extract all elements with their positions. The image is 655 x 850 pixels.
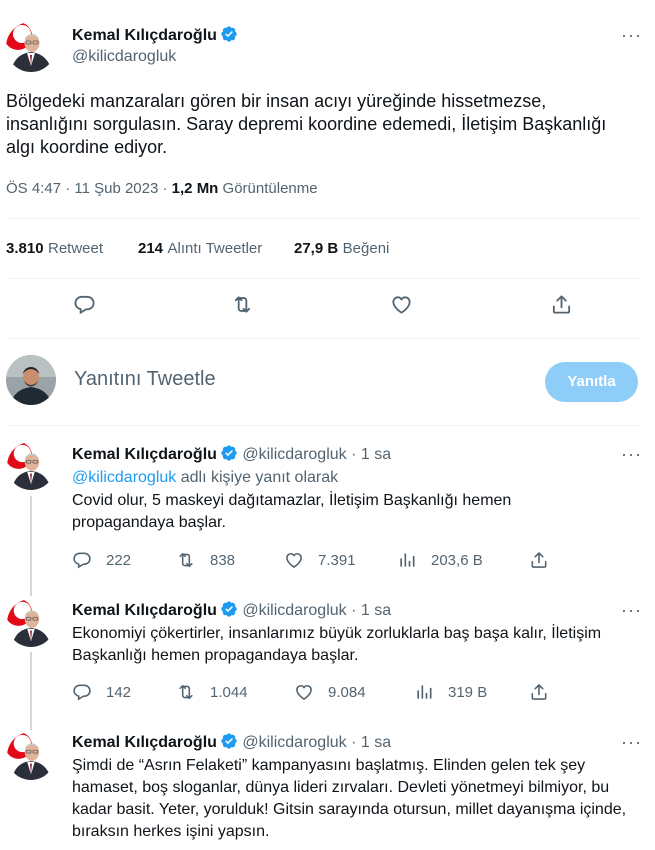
share-icon	[529, 682, 549, 702]
views-icon	[397, 550, 417, 570]
reply-text: Şimdi de “Asrın Felaketi” kampanyasını b…	[72, 757, 627, 840]
tweet-text: Bölgedeki manzaraları gören bir insan ac…	[6, 91, 607, 157]
quotes-count: 214	[138, 240, 164, 257]
retweets-label: Retweet	[48, 240, 104, 257]
reply-author-name[interactable]: Kemal Kılıçdaroğlu	[72, 446, 217, 463]
current-user-photo	[6, 355, 56, 405]
author-avatar[interactable]	[6, 22, 56, 72]
reply-count: 142	[106, 683, 132, 701]
verified-badge-icon	[220, 600, 238, 618]
author-name-row[interactable]: Kemal Kılıçdaroğlu	[72, 25, 238, 45]
quotes-stat[interactable]: 214 Alıntı Tweetler	[138, 240, 262, 258]
thread-connector	[30, 496, 32, 596]
retweet-icon	[176, 682, 196, 702]
like-button[interactable]: 9.084	[294, 682, 366, 702]
reply-button[interactable]: 222	[72, 550, 131, 570]
retweet-button[interactable]: 1.044	[176, 682, 248, 702]
reply-input[interactable]: Yanıtını Tweetle	[74, 368, 216, 391]
heart-icon	[284, 550, 304, 570]
current-user-avatar[interactable]	[6, 355, 56, 405]
like-count: 9.084	[328, 683, 366, 701]
reply-author-handle[interactable]: @kilicdarogluk	[242, 602, 346, 619]
reply-author-handle[interactable]: @kilicdarogluk	[242, 446, 346, 463]
divider	[6, 278, 640, 279]
reply-author-name[interactable]: Kemal Kılıçdaroğlu	[72, 602, 217, 619]
share-icon	[529, 550, 549, 570]
views-button[interactable]: 203,6 B	[397, 550, 483, 570]
retweet-button[interactable]: 838	[176, 550, 235, 570]
reply-author-photo	[7, 732, 55, 780]
reply-time[interactable]: · 1 sa	[351, 446, 391, 463]
retweet-button[interactable]	[231, 293, 254, 316]
heart-icon	[390, 293, 413, 316]
views-icon	[414, 682, 434, 702]
reply-author-handle[interactable]: @kilicdarogluk	[242, 734, 346, 751]
share-icon	[550, 293, 573, 316]
reply-author-name[interactable]: Kemal Kılıçdaroğlu	[72, 734, 217, 751]
retweets-stat[interactable]: 3.810 Retweet	[6, 240, 103, 258]
like-button[interactable]: 7.391	[284, 550, 356, 570]
more-options-icon[interactable]: ···	[621, 733, 642, 751]
replying-to: @kilicdarogluk adlı kişiye yanıt olarak	[72, 467, 338, 489]
reply-time[interactable]: · 1 sa	[351, 734, 391, 751]
divider	[6, 218, 640, 219]
retweet-count: 838	[210, 551, 236, 569]
reply-avatar[interactable]	[7, 442, 55, 490]
comment-icon	[73, 293, 96, 316]
reply-time[interactable]: · 1 sa	[351, 602, 391, 619]
tweet-timestamp[interactable]: ÖS 4:47 · 11 Şub 2023 ·	[6, 180, 168, 197]
reply-author-photo	[7, 599, 55, 647]
share-button[interactable]	[529, 682, 549, 702]
heart-icon	[294, 682, 314, 702]
author-photo	[6, 22, 56, 72]
reply-header: Kemal Kılıçdaroğlu @kilicdarogluk · 1 sa	[72, 600, 391, 620]
replying-to-suffix: adlı kişiye yanıt olarak	[176, 469, 339, 486]
replying-to-handle[interactable]: @kilicdarogluk	[72, 469, 176, 486]
verified-badge-icon	[220, 25, 238, 43]
comment-icon	[72, 682, 92, 702]
likes-label: Beğeni	[342, 240, 390, 257]
reply-button[interactable]	[73, 293, 96, 316]
reply-count: 222	[106, 551, 132, 569]
views-button[interactable]: 319 B	[414, 682, 487, 702]
reply-header: Kemal Kılıçdaroğlu @kilicdarogluk · 1 sa	[72, 732, 391, 752]
views-count: 1,2 Mn	[171, 180, 219, 197]
divider	[6, 425, 640, 426]
retweets-count: 3.810	[6, 240, 44, 257]
thread-connector	[30, 652, 32, 730]
reply-avatar[interactable]	[7, 599, 55, 647]
reply-author-photo	[7, 442, 55, 490]
comment-icon	[72, 550, 92, 570]
views-count: 319 B	[448, 683, 488, 701]
reply-text: Covid olur, 5 maskeyi dağıtamazlar, İlet…	[72, 492, 512, 531]
more-options-icon[interactable]: ···	[621, 601, 642, 619]
retweet-icon	[231, 293, 254, 316]
divider	[6, 338, 640, 339]
tweet-meta: ÖS 4:47 · 11 Şub 2023 · 1,2 Mn Görüntüle…	[6, 180, 318, 197]
verified-badge-icon	[220, 732, 238, 750]
more-options-icon[interactable]: ···	[621, 26, 642, 44]
share-button[interactable]	[550, 293, 573, 316]
quotes-label: Alıntı Tweetler	[167, 240, 263, 257]
author-name[interactable]: Kemal Kılıçdaroğlu	[72, 27, 217, 44]
share-button[interactable]	[529, 550, 549, 570]
author-handle[interactable]: @kilicdarogluk	[72, 48, 176, 66]
likes-count: 27,9 B	[294, 240, 339, 257]
reply-text: Ekonomiyi çökertirler, insanlarımız büyü…	[72, 625, 602, 664]
reply-avatar[interactable]	[7, 732, 55, 780]
likes-stat[interactable]: 27,9 B Beğeni	[294, 240, 389, 258]
reply-header: Kemal Kılıçdaroğlu @kilicdarogluk · 1 sa	[72, 444, 391, 464]
views-label: Görüntülenme	[222, 180, 318, 197]
views-count: 203,6 B	[431, 551, 483, 569]
like-count: 7.391	[318, 551, 356, 569]
reply-button[interactable]: 142	[72, 682, 131, 702]
like-button[interactable]	[390, 293, 413, 316]
verified-badge-icon	[220, 444, 238, 462]
reply-submit-button[interactable]: Yanıtla	[545, 362, 638, 402]
more-options-icon[interactable]: ···	[621, 445, 642, 463]
retweet-count: 1.044	[210, 683, 248, 701]
retweet-icon	[176, 550, 196, 570]
